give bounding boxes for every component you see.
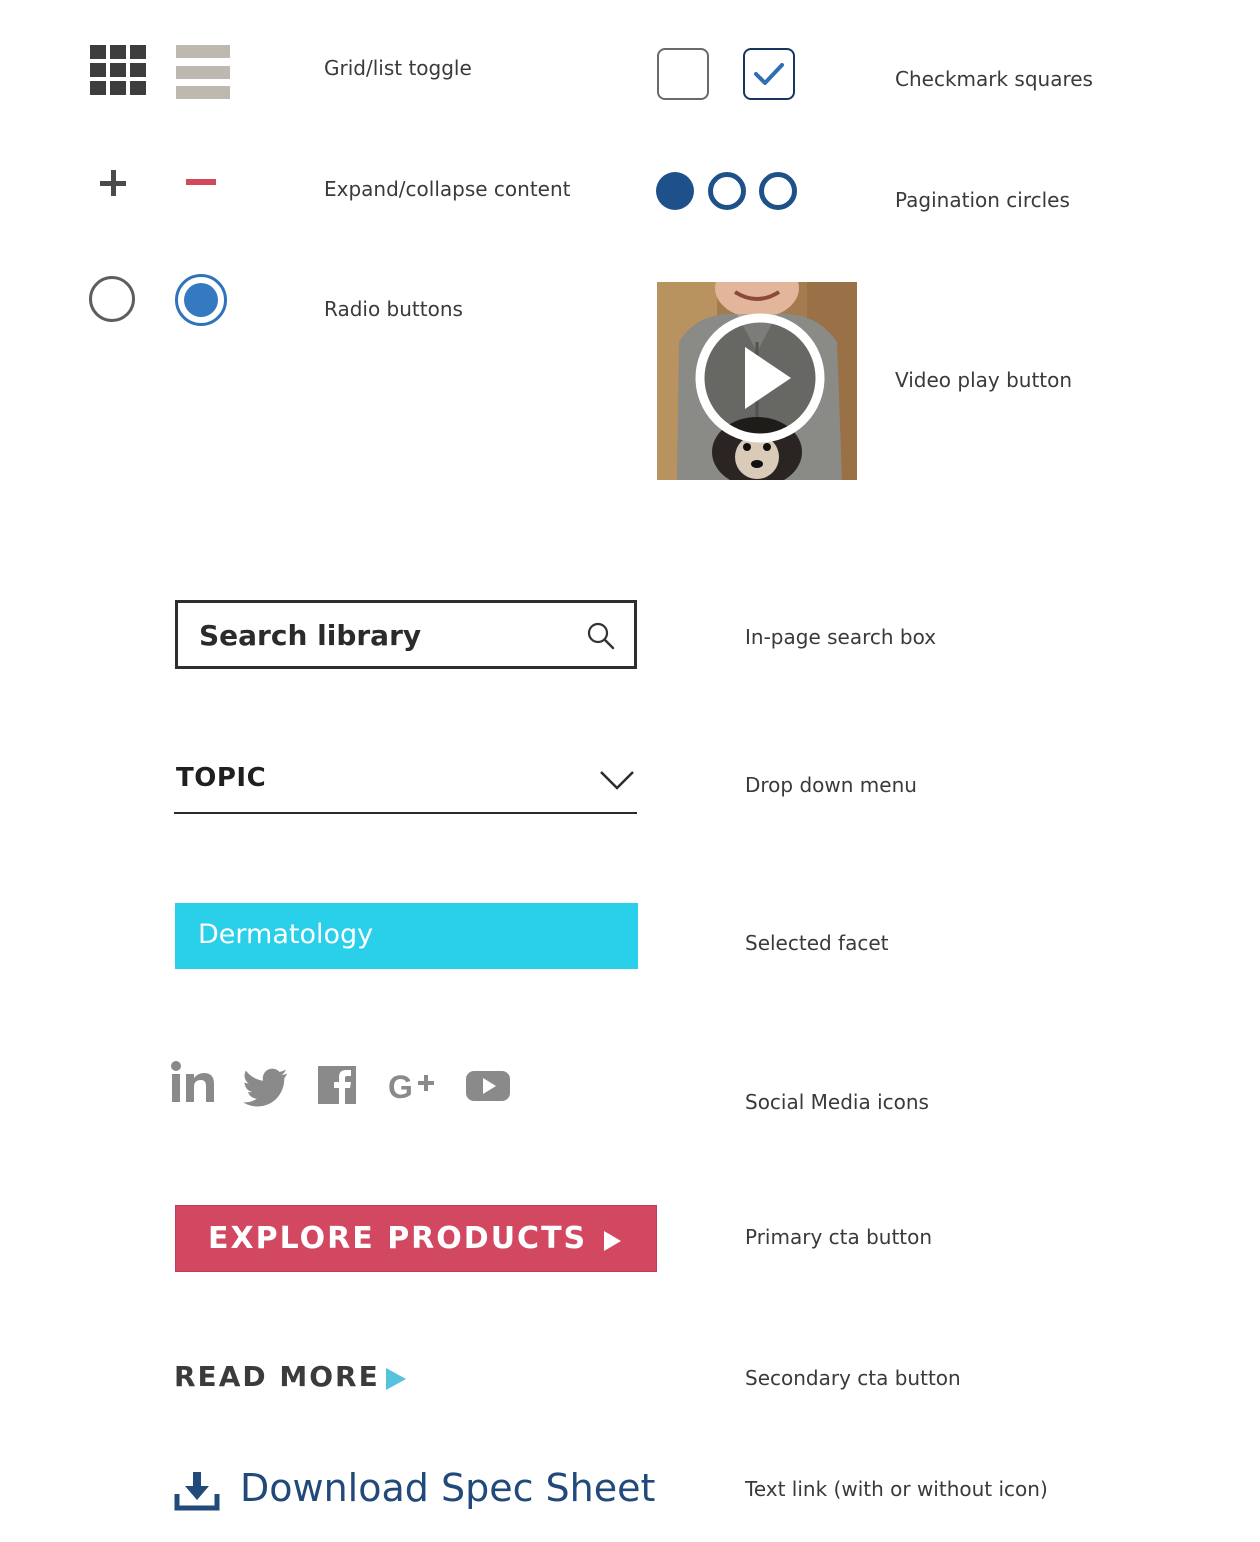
plus-icon[interactable] <box>100 170 128 198</box>
download-link-text: Download Spec Sheet <box>240 1466 656 1510</box>
pagination-dot[interactable] <box>759 172 797 210</box>
read-more-button[interactable]: READ MORE <box>174 1360 414 1400</box>
download-icon <box>174 1472 220 1511</box>
facebook-icon[interactable] <box>317 1060 357 1110</box>
chevron-down-icon <box>600 771 634 790</box>
facet-label: Dermatology <box>198 919 374 950</box>
text-link-label: Text link (with or without icon) <box>745 1477 1048 1501</box>
topic-dropdown[interactable]: TOPIC <box>174 755 637 814</box>
video-play-button-label: Video play button <box>895 368 1073 392</box>
list-view-icon[interactable] <box>176 45 230 101</box>
secondary-cta-label: Secondary cta button <box>745 1366 961 1390</box>
minus-icon[interactable] <box>186 179 216 185</box>
play-icon[interactable] <box>693 311 827 445</box>
checkmark-squares-label: Checkmark squares <box>895 67 1093 91</box>
checkmark-icon <box>754 63 784 85</box>
primary-cta-text: EXPLORE PRODUCTS <box>208 1221 588 1256</box>
dropdown-value: TOPIC <box>176 763 267 793</box>
pagination-circles-label: Pagination circles <box>895 188 1070 212</box>
pagination-dot[interactable] <box>708 172 746 210</box>
radio-button-selected[interactable] <box>175 274 227 326</box>
checkbox-unchecked[interactable] <box>657 48 709 100</box>
arrow-right-icon <box>604 1231 621 1251</box>
download-spec-sheet-link[interactable]: Download Spec Sheet <box>174 1466 655 1518</box>
grid-list-toggle-label: Grid/list toggle <box>324 56 472 80</box>
search-box-label: In-page search box <box>745 625 937 649</box>
selected-facet-label: Selected facet <box>745 931 889 955</box>
twitter-icon[interactable] <box>243 1060 289 1110</box>
primary-cta-label: Primary cta button <box>745 1225 933 1249</box>
checkbox-checked[interactable] <box>743 48 795 100</box>
pagination-dot-active[interactable] <box>656 172 694 210</box>
selected-facet[interactable]: Dermatology <box>175 903 638 969</box>
explore-products-button[interactable]: EXPLORE PRODUCTS <box>175 1205 657 1272</box>
search-placeholder: Search library <box>199 619 422 652</box>
grid-view-icon[interactable] <box>90 45 146 101</box>
social-media-label: Social Media icons <box>745 1090 929 1114</box>
dropdown-label: Drop down menu <box>745 773 917 797</box>
google-plus-icon[interactable]: G <box>388 1060 438 1110</box>
video-thumbnail[interactable] <box>657 282 857 480</box>
search-icon[interactable] <box>586 621 616 651</box>
radio-buttons-label: Radio buttons <box>324 297 463 321</box>
expand-collapse-label: Expand/collapse content <box>324 177 571 201</box>
linkedin-icon[interactable] <box>170 1060 216 1110</box>
youtube-icon[interactable] <box>466 1060 510 1110</box>
arrow-right-icon <box>386 1368 406 1390</box>
radio-button-unselected[interactable] <box>89 276 135 322</box>
svg-text:G: G <box>388 1069 413 1105</box>
secondary-cta-text: READ MORE <box>174 1360 380 1393</box>
search-input[interactable]: Search library <box>175 600 637 669</box>
